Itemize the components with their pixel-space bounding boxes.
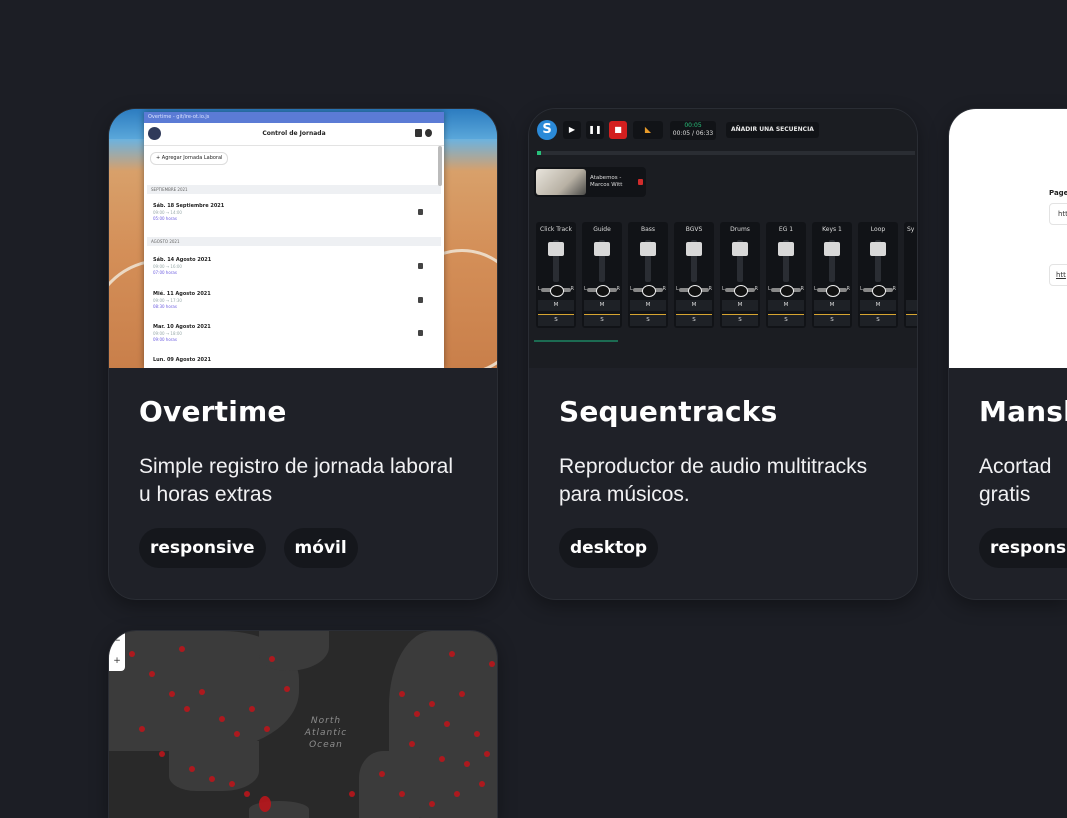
progress-bar (537, 151, 915, 155)
tag-list: desktop (559, 528, 659, 568)
tag-list: responsive móvil (139, 528, 358, 568)
metronome-icon: ◣ (633, 121, 663, 139)
list-item: Mar. 10 Agosto 2021 09:00 → 18:00 09:00 … (147, 319, 437, 349)
tag-desktop: desktop (559, 528, 659, 568)
list-item: Sáb. 14 Agosto 2021 09:00 → 16:00 07:00 … (147, 252, 437, 282)
project-thumbnail: North Atlantic Ocean − + (109, 631, 497, 818)
gear-icon (425, 129, 432, 137)
project-description: Acortad gratis (979, 455, 1052, 506)
url-input: htt (1049, 203, 1067, 225)
fader-knob (640, 242, 656, 256)
project-card-overtime[interactable]: Overtime - git/ire-ot.io.js Control de J… (108, 108, 498, 600)
project-card-sequentracks[interactable]: S ▶ ❚❚ ■ ◣ 00:05 00:05 / 06:33 AÑADIR UN… (528, 108, 918, 600)
channel-strip: Bass LR MS (628, 222, 668, 328)
daw-screenshot: S ▶ ❚❚ ■ ◣ 00:05 00:05 / 06:33 AÑADIR UN… (529, 109, 917, 368)
fader-knob (870, 242, 886, 256)
ocean-label: North Atlantic Ocean (304, 716, 348, 750)
time-display: 00:05 00:05 / 06:33 (670, 121, 716, 140)
channel-strip: Click Track LR MS (536, 222, 576, 328)
short-url-output: htt (1049, 264, 1067, 286)
channel-strip: Keys 1 LR MS (812, 222, 852, 328)
fader-knob (824, 242, 840, 256)
project-card-mansh[interactable]: Page y htt htt Mansh Acortad gratis resp… (948, 108, 1067, 600)
channel-strip: Sy (904, 222, 917, 328)
tag-movil: móvil (283, 528, 358, 568)
project-description: Reproductor de audio multitracks para mú… (559, 455, 868, 506)
channel-strip: BGVS LR MS (674, 222, 714, 328)
pause-icon: ❚❚ (586, 121, 604, 139)
month-section: SEPTIEMBRE 2021 (147, 185, 441, 194)
zoom-in-icon: + (113, 656, 121, 666)
tag-responsive: responsi (979, 528, 1067, 568)
trash-icon (418, 209, 423, 215)
trash-icon (638, 179, 643, 185)
tag-responsive: responsive (139, 528, 266, 568)
world-map: North Atlantic Ocean − + (109, 631, 497, 818)
project-description: Simple registro de jornada laboral u hor… (139, 455, 454, 506)
list-item: Lun. 09 Agosto 2021 (153, 357, 211, 363)
fader-knob (548, 242, 564, 256)
project-thumbnail: S ▶ ❚❚ ■ ◣ 00:05 00:05 / 06:33 AÑADIR UN… (529, 109, 917, 368)
trash-icon (418, 330, 423, 336)
project-title: Overtime (139, 395, 287, 428)
stop-icon: ■ (609, 121, 627, 139)
add-shift-button: + Agregar Jornada Laboral (150, 152, 229, 165)
channel-strip: Guide LR MS (582, 222, 622, 328)
add-sequence-button: AÑADIR UNA SECUENCIA (726, 122, 819, 138)
project-title: Mansh (979, 395, 1067, 428)
channel-strip: Drums LR MS (720, 222, 760, 328)
channel-strip: EG 1 LR MS (766, 222, 806, 328)
scrollbar (438, 146, 442, 186)
fader-knob (732, 242, 748, 256)
project-thumbnail: Page y htt htt (949, 109, 1067, 368)
app-logo: S (537, 120, 557, 140)
trash-icon (418, 263, 423, 269)
month-section: AGOSTO 2021 (147, 237, 441, 246)
song-item: Atabemos - Marcos Witt (534, 167, 646, 197)
window-title-bar: Overtime - git/ire-ot.io.js (144, 112, 444, 123)
fader-knob (686, 242, 702, 256)
album-art (536, 169, 586, 195)
list-item: Mié. 11 Agosto 2021 09:00 → 17:30 08:30 … (147, 286, 437, 316)
zoom-control: − + (109, 631, 125, 671)
list-item: Sáb. 18 Septiembre 2021 09:00 → 14:00 05… (147, 198, 437, 228)
url-shortener-screenshot: Page y htt htt (949, 109, 1067, 368)
project-thumbnail: Overtime - git/ire-ot.io.js Control de J… (109, 109, 497, 368)
tag-list: responsi (979, 528, 1067, 568)
fader-knob (778, 242, 794, 256)
channel-strip: Loop LR MS (858, 222, 898, 328)
trash-icon (418, 297, 423, 303)
fader-knob (594, 242, 610, 256)
app-window: Overtime - git/ire-ot.io.js Control de J… (144, 112, 444, 368)
project-card-map[interactable]: North Atlantic Ocean − + (108, 630, 498, 818)
export-icon (415, 129, 422, 137)
project-title: Sequentracks (559, 395, 778, 428)
app-header-title: Control de Jornada (262, 130, 326, 137)
play-icon: ▶ (563, 121, 581, 139)
zoom-out-icon: − (113, 636, 121, 646)
